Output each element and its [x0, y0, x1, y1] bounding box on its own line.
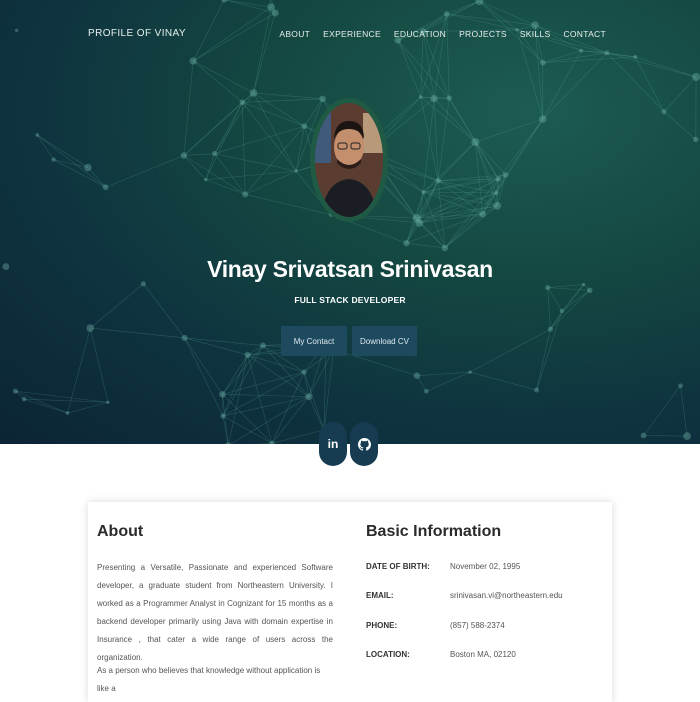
profile-name: Vinay Srivatsan Srinivasan [0, 256, 700, 283]
nav-education[interactable]: EDUCATION [394, 29, 446, 39]
info-label: DATE OF BIRTH: [366, 562, 450, 571]
basic-info-title: Basic Information [366, 523, 501, 541]
linkedin-button[interactable]: in [319, 422, 347, 466]
linkedin-icon: in [328, 437, 339, 451]
nav-skills[interactable]: SKILLS [520, 29, 551, 39]
about-paragraph-2: As a person who believes that knowledge … [97, 662, 333, 698]
site-brand[interactable]: PROFILE OF VINAY [88, 28, 186, 39]
nav-about[interactable]: ABOUT [279, 29, 310, 39]
nav-experience[interactable]: EXPERIENCE [323, 29, 381, 39]
info-label: EMAIL: [366, 591, 450, 600]
profile-role: FULL STACK DEVELOPER [0, 295, 700, 305]
github-button[interactable] [350, 422, 378, 466]
about-card: About Presenting a Versatile, Passionate… [88, 502, 612, 702]
network-background [0, 0, 700, 444]
github-icon [358, 438, 371, 451]
my-contact-button[interactable]: My Contact [281, 326, 347, 356]
about-title: About [97, 523, 143, 541]
avatar-frame [310, 98, 388, 222]
info-value: November 02, 1995 [450, 562, 610, 571]
about-paragraph-1: Presenting a Versatile, Passionate and e… [97, 559, 333, 667]
hero-section: PROFILE OF VINAY ABOUT EXPERIENCE EDUCAT… [0, 0, 700, 444]
info-value: Boston MA, 02120 [450, 650, 610, 659]
profile-photo [315, 103, 383, 217]
info-label: LOCATION: [366, 650, 450, 659]
nav-contact[interactable]: CONTACT [563, 29, 606, 39]
nav-projects[interactable]: PROJECTS [459, 29, 507, 39]
info-value: (857) 588-2374 [450, 621, 610, 630]
info-value[interactable]: srinivasan.vi@northeastern.edu [450, 591, 610, 600]
download-cv-button[interactable]: Download CV [352, 326, 417, 356]
info-label: PHONE: [366, 621, 450, 630]
main-nav: ABOUT EXPERIENCE EDUCATION PROJECTS SKIL… [279, 29, 606, 39]
